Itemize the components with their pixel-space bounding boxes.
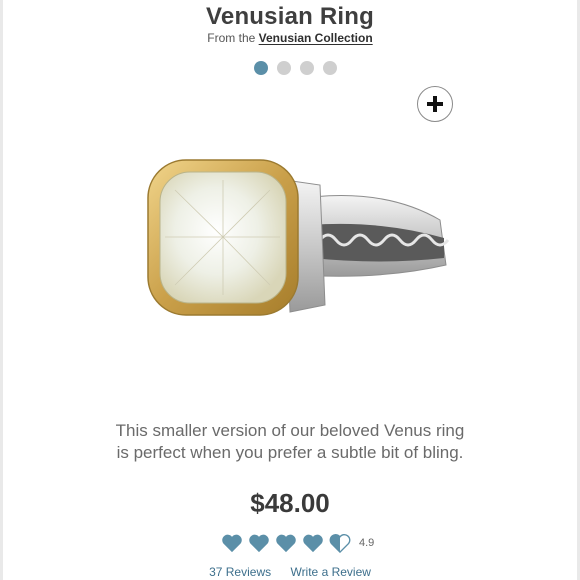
carousel-dot-1[interactable]	[254, 61, 268, 75]
carousel-dot-2[interactable]	[277, 61, 291, 75]
heart-half-icon	[329, 534, 351, 553]
from-prefix: From the	[207, 31, 256, 45]
collection-link[interactable]: Venusian Collection	[259, 31, 373, 45]
product-title: Venusian Ring	[206, 3, 374, 30]
product-page: Venusian Ring From the Venusian Collecti…	[0, 0, 580, 580]
rating-value: 4.9	[359, 537, 375, 549]
product-description: This smaller version of our beloved Venu…	[0, 420, 580, 464]
plus-icon	[427, 96, 443, 112]
reviews-link[interactable]: 37 Reviews	[209, 565, 271, 579]
carousel-dot-3[interactable]	[300, 61, 314, 75]
ring-image[interactable]	[140, 140, 450, 340]
review-links: 37 Reviews Write a Review	[0, 565, 580, 579]
heart-icon	[276, 534, 296, 553]
price: $48.00	[250, 488, 330, 518]
heart-icon	[249, 534, 269, 553]
collection-line: From the Venusian Collection	[0, 31, 580, 45]
carousel-dots	[254, 61, 337, 75]
heart-icon	[222, 534, 242, 553]
zoom-button[interactable]	[417, 86, 453, 122]
carousel-dot-4[interactable]	[323, 61, 337, 75]
rating: 4.9	[221, 533, 374, 553]
heart-icon	[303, 534, 323, 553]
write-review-link[interactable]: Write a Review	[290, 565, 370, 579]
description-line-2: is perfect when you prefer a subtle bit …	[116, 443, 464, 462]
description-line-1: This smaller version of our beloved Venu…	[115, 421, 465, 440]
